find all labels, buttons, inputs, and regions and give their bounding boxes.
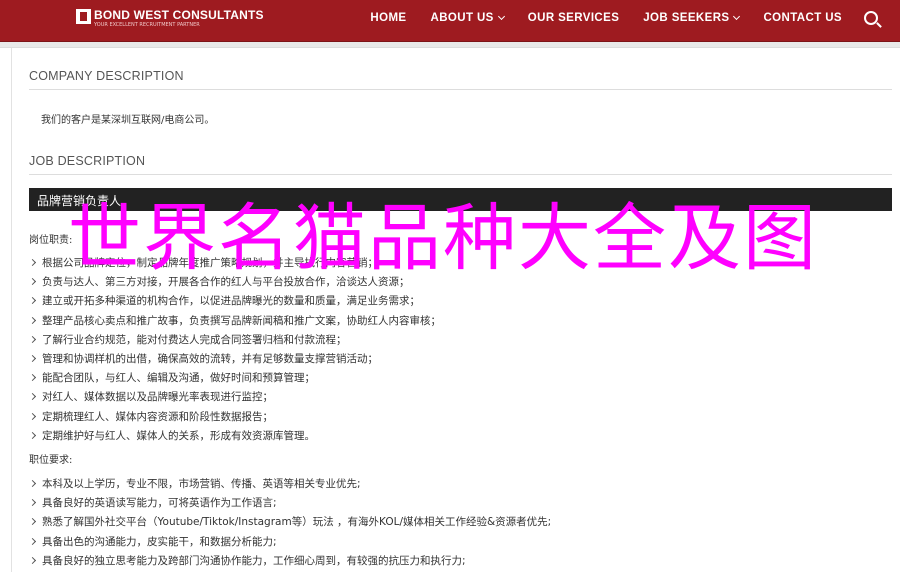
list-item: 熟悉了解国外社交平台（Youtube/Tiktok/Instagram等）玩法 … (28, 512, 552, 531)
job-title-bar: 品牌营销负责人 (29, 188, 892, 211)
list-item-text: 熟悉了解国外社交平台（Youtube/Tiktok/Instagram等）玩法 … (42, 516, 552, 529)
list-item: 本科及以上学历，专业不限，市场营销、传播、英语等相关专业优先; (28, 474, 551, 493)
breadcrumb-bar (0, 42, 900, 48)
list-item-text: 本科及以上学历，专业不限，市场营销、传播、英语等相关专业优先; (42, 478, 361, 491)
chevron-down-icon (497, 12, 505, 21)
divider (29, 174, 892, 175)
list-item: 对红人、媒体数据以及品牌曝光率表现进行监控； (28, 387, 441, 406)
logo-mark-icon (76, 9, 91, 24)
company-description-text: 我们的客户是某深圳互联网/电商公司。 (41, 115, 215, 126)
chevron-right-icon (28, 354, 37, 363)
brand-logo[interactable]: BOND WEST CONSULTANTS YOUR EXCELLENT REC… (76, 9, 264, 28)
main-menu: HOME ABOUT US OUR SERVICES JOB SEEKERS C… (346, 0, 878, 36)
requirements-list: 本科及以上学历，专业不限，市场营销、传播、英语等相关专业优先; 具备良好的英语读写… (28, 474, 552, 570)
list-item-text: 具备出色的沟通能力，皮实能干，和数据分析能力; (42, 535, 277, 548)
list-item-text: 具备良好的独立思考能力及跨部门沟通协作能力，工作细心周到，有较强的抗压力和执行力… (42, 554, 466, 567)
search-icon[interactable] (864, 11, 878, 25)
list-item-text: 定期维护好与红人、媒体人的关系，形成有效资源库管理。 (42, 429, 315, 442)
chevron-down-icon (733, 12, 741, 21)
chevron-right-icon (28, 278, 37, 286)
nav-our-services[interactable]: OUR SERVICES (528, 12, 620, 24)
list-item: 建立或开拓多种渠道的机构合作，以促进品牌曝光的数量和质量，满足业务需求； (28, 291, 441, 310)
list-item-text: 整理产品核心卖点和推广故事，负责撰写品牌新闻稿和推广文案，协助红人内容审核； (42, 314, 441, 327)
duties-label: 岗位职责: (29, 235, 73, 246)
list-item-text: 管理和协调样机的出借，确保高效的流转，并有足够数量支撑营销活动； (42, 353, 378, 366)
chevron-right-icon (28, 537, 37, 545)
chevron-right-icon (28, 297, 37, 305)
list-item: 定期梳理红人、媒体内容资源和阶段性数据报告； (28, 407, 441, 426)
list-item-text: 具备良好的英语读写能力，可将英语作为工作语言; (42, 497, 277, 510)
list-item-text: 根据公司品牌定位，制定品牌年度推广策略规划，并主导执行内容营销； (42, 257, 378, 270)
list-item: 整理产品核心卖点和推广故事，负责撰写品牌新闻稿和推广文案，协助红人内容审核； (28, 311, 441, 330)
nav-job-seekers[interactable]: JOB SEEKERS (643, 12, 741, 24)
divider (11, 48, 12, 572)
list-item-text: 对红人、媒体数据以及品牌曝光率表现进行监控； (42, 391, 273, 404)
chevron-right-icon (28, 374, 37, 382)
brand-tagline: YOUR EXCELLENT RECRUITMENT PARTNER (94, 22, 200, 28)
list-item: 能配合团队，与红人、编辑及沟通，做好时间和预算管理； (28, 368, 441, 387)
list-item-text: 定期梳理红人、媒体内容资源和阶段性数据报告； (42, 410, 273, 423)
brand-name: BOND WEST CONSULTANTS (94, 8, 264, 22)
duties-list: 根据公司品牌定位，制定品牌年度推广策略规划，并主导执行内容营销； 负责与达人、第三… (28, 253, 441, 445)
chevron-right-icon (28, 335, 37, 343)
job-title: 品牌营销负责人 (37, 194, 122, 208)
job-description-heading: JOB DESCRIPTION (29, 154, 146, 168)
chevron-right-icon (28, 556, 37, 564)
list-item-text: 了解行业合约规范，能对付费达人完成合同签署归档和付款流程； (42, 333, 347, 346)
list-item-text: 能配合团队，与红人、编辑及沟通，做好时间和预算管理； (42, 372, 315, 385)
list-item: 根据公司品牌定位，制定品牌年度推广策略规划，并主导执行内容营销； (28, 253, 441, 272)
chevron-right-icon (28, 499, 37, 507)
chevron-right-icon (28, 518, 37, 526)
list-item: 了解行业合约规范，能对付费达人完成合同签署归档和付款流程； (28, 330, 441, 349)
top-navbar: BOND WEST CONSULTANTS YOUR EXCELLENT REC… (0, 0, 900, 42)
nav-contact-us[interactable]: CONTACT US (763, 12, 842, 24)
chevron-right-icon (28, 393, 37, 401)
list-item: 定期维护好与红人、媒体人的关系，形成有效资源库管理。 (28, 426, 441, 445)
requirements-label: 职位要求: (29, 455, 73, 466)
list-item: 管理和协调样机的出借，确保高效的流转，并有足够数量支撑营销活动； (28, 349, 441, 368)
nav-about-us[interactable]: ABOUT US (431, 12, 505, 24)
list-item: 具备良好的独立思考能力及跨部门沟通协作能力，工作细心周到，有较强的抗压力和执行力… (28, 551, 551, 570)
list-item: 负责与达人、第三方对接，开展各合作的红人与平台投放合作，洽谈达人资源； (28, 272, 441, 291)
list-item: 具备出色的沟通能力，皮实能干，和数据分析能力; (28, 532, 551, 551)
chevron-right-icon (28, 259, 37, 267)
list-item: 具备良好的英语读写能力，可将英语作为工作语言; (28, 493, 551, 512)
chevron-right-icon (28, 316, 37, 324)
divider (29, 89, 892, 90)
chevron-right-icon (28, 412, 37, 420)
company-description-heading: COMPANY DESCRIPTION (29, 69, 184, 83)
list-item-text: 建立或开拓多种渠道的机构合作，以促进品牌曝光的数量和质量，满足业务需求； (42, 295, 420, 308)
list-item-text: 负责与达人、第三方对接，开展各合作的红人与平台投放合作，洽谈达人资源； (42, 276, 410, 289)
chevron-right-icon (28, 480, 37, 488)
chevron-right-icon (28, 431, 37, 439)
nav-home[interactable]: HOME (370, 12, 406, 24)
